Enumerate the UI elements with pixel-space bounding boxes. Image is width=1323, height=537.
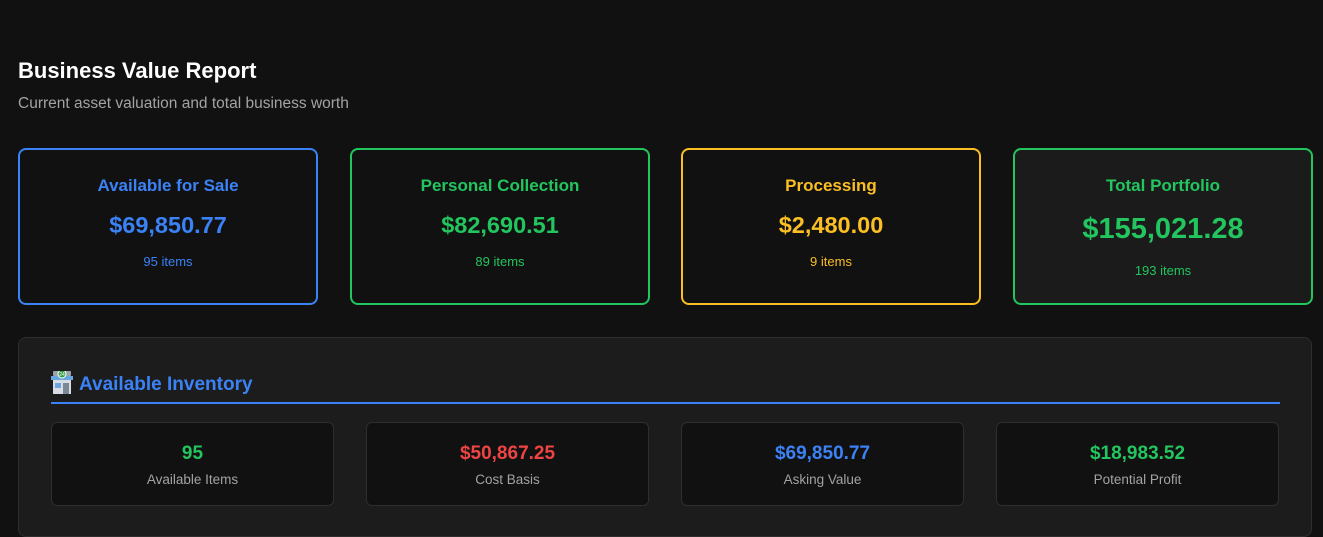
- stat-label: Asking Value: [783, 472, 862, 487]
- section-title: Available Inventory: [79, 374, 253, 395]
- stat-value: $50,867.25: [459, 443, 556, 464]
- card-value: $2,480.00: [778, 212, 884, 238]
- asking-value-stat: $69,850.77 Asking Value: [681, 422, 964, 506]
- summary-cards: Available for Sale $69,850.77 95 items P…: [18, 148, 1313, 305]
- stat-label: Cost Basis: [475, 472, 540, 487]
- svg-text:24: 24: [59, 372, 65, 378]
- card-value: $69,850.77: [109, 212, 227, 238]
- total-portfolio-card: Total Portfolio $155,021.28 193 items: [1013, 148, 1313, 305]
- available-inventory-section: 24 Available Inventory 95 Available Item…: [18, 337, 1312, 537]
- store-icon: 24: [51, 369, 73, 395]
- stat-value: $69,850.77: [774, 443, 871, 464]
- card-item-count: 95 items: [143, 254, 193, 269]
- card-title: Processing: [785, 176, 877, 195]
- card-item-count: 193 items: [1134, 263, 1192, 278]
- available-items-stat: 95 Available Items: [51, 422, 334, 506]
- personal-collection-card: Personal Collection $82,690.51 89 items: [350, 148, 650, 305]
- cost-basis-stat: $50,867.25 Cost Basis: [366, 422, 649, 506]
- stat-label: Potential Profit: [1093, 472, 1182, 487]
- page-title: Business Value Report: [18, 58, 257, 83]
- processing-card: Processing $2,480.00 9 items: [681, 148, 981, 305]
- stat-value: $18,983.52: [1089, 443, 1186, 464]
- page-header: Business Value Report Current asset valu…: [18, 56, 349, 114]
- card-value: $82,690.51: [441, 212, 559, 238]
- card-item-count: 89 items: [475, 254, 525, 269]
- available-for-sale-card: Available for Sale $69,850.77 95 items: [18, 148, 318, 305]
- stat-label: Available Items: [146, 472, 239, 487]
- card-item-count: 9 items: [810, 254, 852, 269]
- card-title: Total Portfolio: [1106, 176, 1220, 195]
- stat-value: 95: [181, 443, 204, 464]
- card-value: $155,021.28: [1082, 213, 1244, 245]
- section-header: 24 Available Inventory: [51, 369, 1280, 404]
- page-subtitle: Current asset valuation and total busine…: [18, 95, 349, 112]
- potential-profit-stat: $18,983.52 Potential Profit: [996, 422, 1279, 506]
- card-title: Available for Sale: [97, 176, 239, 195]
- card-title: Personal Collection: [420, 176, 580, 195]
